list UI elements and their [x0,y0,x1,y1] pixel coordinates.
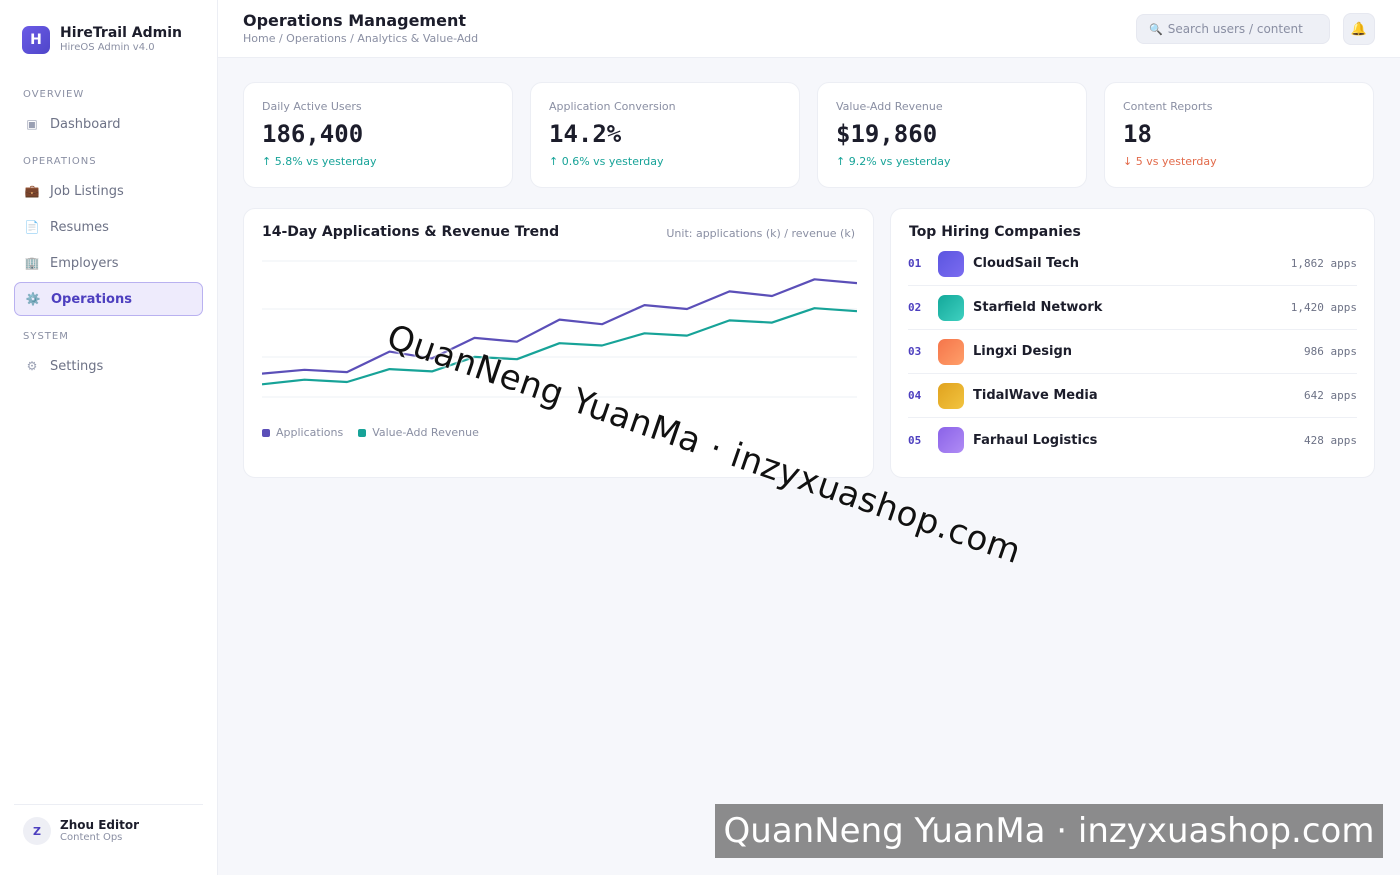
kpi-value: 18 [1123,120,1152,148]
kpi-delta: ↓ 5 vs yesterday [1123,155,1217,168]
company-apps: 642 apps [1304,389,1357,402]
kpi-delta: ↑ 5.8% vs yesterday [262,155,377,168]
legend-swatch [358,428,367,437]
avatar: Z [23,817,51,845]
company-row[interactable]: 01 CloudSail Tech 1,862 apps [908,242,1357,286]
company-row[interactable]: 03 Lingxi Design 986 apps [908,330,1357,374]
kpi-card-application-conversion: Application Conversion 14.2% ↑ 0.6% vs y… [530,82,800,188]
sidebar-item-label: Employers [50,255,119,271]
company-rank: 02 [908,301,922,314]
user-role: Content Ops [60,831,123,843]
company-row[interactable]: 02 Starfield Network 1,420 apps [908,286,1357,330]
page-title: Operations Management [243,11,466,30]
legend-item-revenue: Value-Add Revenue [358,426,479,439]
search-icon: 🔍 [1149,22,1163,36]
company-logo [938,250,964,277]
legend-label: Applications [276,426,344,439]
user-profile[interactable]: Z Zhou Editor Content Ops [14,804,203,845]
company-logo [938,427,964,453]
dashboard-icon: ▣ [26,117,38,131]
building-icon: 🏢 [24,256,40,270]
kpi-label: Content Reports [1123,100,1213,113]
kpi-value: $19,860 [836,120,938,148]
company-logo [938,338,964,365]
company-rank: 05 [908,433,922,447]
kpi-value: 186,400 [262,120,364,148]
sidebar-item-label: Job Listings [50,183,124,199]
kpi-label: Daily Active Users [262,100,362,113]
company-apps: 428 apps [1304,433,1357,447]
kpi-delta: ↑ 0.6% vs yesterday [549,155,664,168]
gear-icon: ⚙️ [25,292,41,306]
company-row[interactable]: 05 Farhaul Logistics 428 apps [908,418,1357,462]
chart-legend: Applications Value-Add Revenue [262,426,494,439]
notification-button[interactable]: 🔔 [1343,13,1375,45]
kpi-label: Application Conversion [549,100,676,113]
sidebar-item-operations[interactable]: ⚙️ Operations [14,282,203,316]
company-name: CloudSail Tech [973,256,1079,271]
watermark-banner: QuanNeng YuanMa · inzyxuashop.com [715,804,1383,858]
kpi-label: Value-Add Revenue [836,100,943,113]
search-input[interactable]: 🔍 Search users / content [1136,14,1330,44]
sidebar-item-label: Settings [50,358,104,374]
sidebar-item-job-listings[interactable]: 💼 Job Listings [14,174,203,208]
company-name: Lingxi Design [973,344,1073,359]
brand[interactable]: H HireTrail Admin HireOS Admin v4.0 [22,25,182,54]
top-header: Operations Management Home / Operations … [218,0,1400,58]
sidebar-item-label: Dashboard [50,116,121,132]
brand-version: HireOS Admin v4.0 [60,42,155,53]
settings-icon: ⚙ [26,359,38,373]
companies-title: Top Hiring Companies [909,224,1081,240]
legend-label: Value-Add Revenue [372,426,479,439]
company-rank: 04 [908,389,922,402]
company-apps: 986 apps [1304,345,1357,358]
chart-title: 14-Day Applications & Revenue Trend [262,224,560,240]
briefcase-icon: 💼 [24,184,40,198]
company-apps: 1,862 apps [1290,257,1357,270]
company-logo [938,294,964,321]
nav-section-overview: OVERVIEW [23,89,85,100]
nav-section-operations: OPERATIONS [23,156,97,167]
chart-unit: Unit: applications (k) / revenue (k) [666,227,855,240]
company-row[interactable]: 04 TidalWave Media 642 apps [908,374,1357,418]
company-name: Farhaul Logistics [973,432,1098,448]
company-name: TidalWave Media [973,388,1098,403]
top-companies-card: Top Hiring Companies 01 CloudSail Tech 1… [890,208,1375,478]
series-line-applications [262,278,857,375]
kpi-card-value-add-revenue: Value-Add Revenue $19,860 ↑ 9.2% vs yest… [817,82,1087,188]
kpi-card-daily-active-users: Daily Active Users 186,400 ↑ 5.8% vs yes… [243,82,513,188]
document-icon: 📄 [24,220,40,234]
legend-item-applications: Applications [262,426,343,439]
user-name: Zhou Editor [60,817,140,832]
sidebar-item-resumes[interactable]: 📄 Resumes [14,210,203,244]
sidebar-item-label: Operations [51,291,132,307]
kpi-value: 14.2% [549,120,622,148]
breadcrumb[interactable]: Home / Operations / Analytics & Value-Ad… [243,32,478,45]
kpi-delta: ↑ 9.2% vs yesterday [836,155,951,168]
company-logo [938,382,964,409]
legend-swatch [262,428,270,437]
sidebar-item-label: Resumes [50,219,109,235]
search-placeholder: Search users / content [1167,22,1303,36]
brand-name: HireTrail Admin [60,25,182,41]
sidebar-item-dashboard[interactable]: ▣ Dashboard [14,107,203,141]
bell-icon: 🔔 [1350,21,1368,37]
sidebar-item-employers[interactable]: 🏢 Employers [14,246,203,280]
company-rank: 01 [908,257,922,270]
trend-chart-card: 14-Day Applications & Revenue Trend Unit… [243,208,874,478]
company-name: Starfield Network [973,300,1103,315]
brand-logo: H [22,25,50,54]
sidebar: H HireTrail Admin HireOS Admin v4.0 OVER… [0,0,218,875]
sidebar-item-settings[interactable]: ⚙ Settings [14,349,203,383]
company-rank: 03 [908,345,922,358]
company-apps: 1,420 apps [1290,301,1357,314]
kpi-card-content-reports: Content Reports 18 ↓ 5 vs yesterday [1104,82,1374,188]
nav-section-system: SYSTEM [23,331,69,342]
